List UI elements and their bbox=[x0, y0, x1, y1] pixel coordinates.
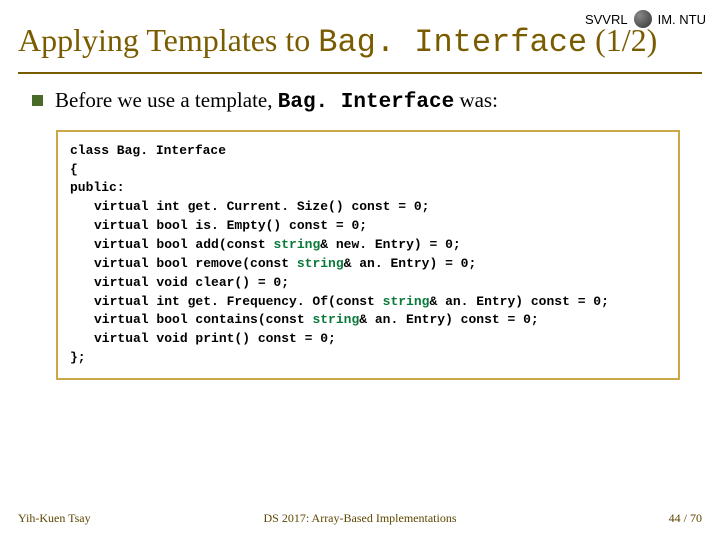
bullet-suffix: was: bbox=[454, 88, 498, 112]
footer-page: 44 / 70 bbox=[669, 511, 702, 526]
code-l12: }; bbox=[70, 350, 86, 365]
body: Before we use a template, Bag. Interface… bbox=[0, 74, 720, 380]
code-l8: virtual void clear() = 0; bbox=[70, 275, 289, 290]
footer: Yih-Kuen Tsay DS 2017: Array-Based Imple… bbox=[0, 511, 720, 526]
code-l4: virtual int get. Current. Size() const =… bbox=[70, 199, 429, 214]
code-l3: public: bbox=[70, 180, 125, 195]
title-mono: Bag. Interface bbox=[318, 24, 587, 61]
bullet-text: Before we use a template, Bag. Interface… bbox=[55, 88, 498, 114]
header-org: SVVRL IM. NTU bbox=[585, 10, 706, 28]
org-right: IM. NTU bbox=[658, 12, 706, 27]
title-prefix: Applying Templates to bbox=[18, 22, 318, 58]
code-box: class Bag. Interface { public: virtual i… bbox=[56, 130, 680, 380]
code-l2: { bbox=[70, 162, 78, 177]
org-left: SVVRL bbox=[585, 12, 628, 27]
footer-author: Yih-Kuen Tsay bbox=[18, 511, 91, 526]
code-l7: virtual bool remove(const string& an. En… bbox=[70, 256, 476, 271]
code-l10: virtual bool contains(const string& an. … bbox=[70, 312, 539, 327]
code-l5: virtual bool is. Empty() const = 0; bbox=[70, 218, 367, 233]
footer-course: DS 2017: Array-Based Implementations bbox=[264, 511, 457, 526]
code-l1: class Bag. Interface bbox=[70, 143, 226, 158]
bullet-item: Before we use a template, Bag. Interface… bbox=[32, 88, 688, 114]
bullet-icon bbox=[32, 95, 43, 106]
code-l6: virtual bool add(const string& new. Entr… bbox=[70, 237, 461, 252]
bullet-mono: Bag. Interface bbox=[278, 91, 454, 114]
bullet-prefix: Before we use a template, bbox=[55, 88, 278, 112]
code-l9: virtual int get. Frequency. Of(const str… bbox=[70, 294, 609, 309]
code-l11: virtual void print() const = 0; bbox=[70, 331, 336, 346]
logo-icon bbox=[634, 10, 652, 28]
